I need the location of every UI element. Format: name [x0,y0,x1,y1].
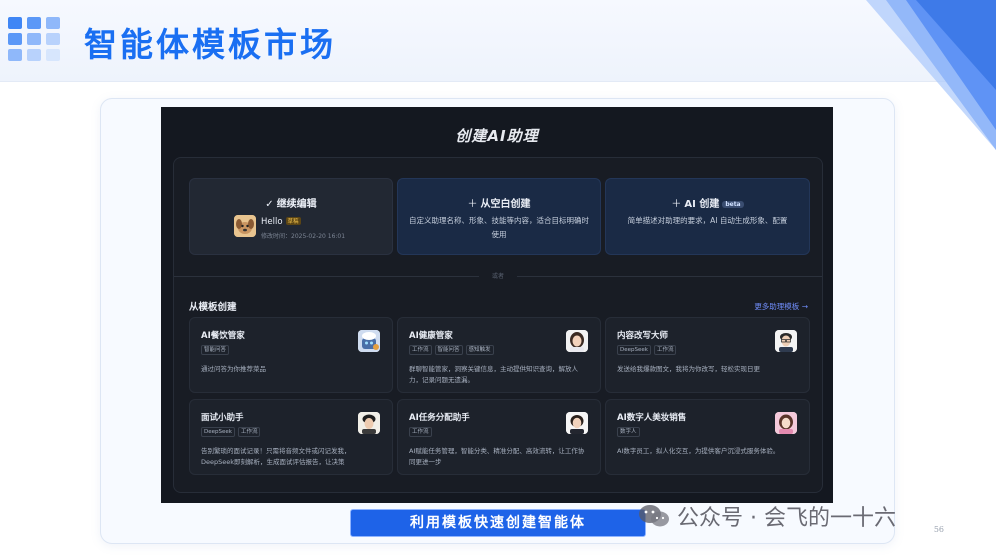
template-tag: 数字人 [617,427,640,437]
woman-suit-avatar [566,412,588,434]
more-templates-label: 更多助理模板 [754,302,800,311]
template-tags: 数字人 [617,427,640,437]
watermark: 公众号 · 会飞的一十六 [637,500,896,532]
template-tags: 工作流 [409,427,432,437]
template-tag: 智能问答 [201,345,230,355]
continue-edit-card[interactable]: ✓ 继续编辑 Hello 草稿 修改时间：2025-02-20 16:01 [189,178,393,255]
dog-avatar [234,215,256,237]
template-tags: 工作流 智能问答 感知触发 [409,345,494,355]
ai-create-heading: ＋ AI 创建 beta [606,195,809,210]
app-title: 创建AI助理 [455,127,539,145]
template-name: AI数字人美妆销售 [617,413,687,423]
draft-badge: 草稿 [285,217,301,225]
woman-avatar [566,330,588,352]
makeup-woman-avatar [775,412,797,434]
template-tag: 工作流 [409,345,432,355]
plus-icon: ＋ [467,199,478,210]
continue-edit-title: 继续编辑 [276,199,317,210]
template-description: 发送给我爆款图文，我将为你改写，轻松实现日更 [617,365,760,373]
create-blank-title: 从空白创建 [480,199,531,210]
beta-badge: beta [722,201,744,208]
template-tags: DeepSeek 工作流 [617,345,677,355]
template-description: AI数字员工，拟人化交互，为提供客户沉浸式服务体验。 [617,447,780,455]
man-glasses-avatar [775,330,797,352]
template-tag: DeepSeek [617,345,651,355]
man-avatar [358,412,380,434]
draft-name: Hello [261,217,283,227]
ai-create-card[interactable]: ＋ AI 创建 beta 简单描述对助理的要求，AI 自动生成形象、配置 [605,178,810,255]
template-name: AI餐饮管家 [201,331,245,341]
template-card[interactable]: AI任务分配助手 工作流 AI赋能任务管理，智能分类、精准分配、高效流转，让工作… [397,399,601,475]
slide-caption: 利用模板快速创建智能体 [350,509,646,537]
ai-create-description: 简单描述对助理的要求，AI 自动生成形象、配置 [627,216,788,225]
slide-title: 智能体模板市场 [84,25,336,64]
grid-menu-icon [8,17,62,63]
template-tags: DeepSeek 工作流 [201,427,261,437]
app-window: 创建AI助理 ✓ 继续编辑 Hello 草稿 修改时间：2025-02-20 1… [161,107,833,503]
template-tag: 感知触发 [465,345,494,355]
template-name: AI任务分配助手 [409,413,470,423]
or-divider-text: 或者 [491,273,504,280]
template-name: 面试小助手 [201,413,244,423]
template-card[interactable]: AI数字人美妆销售 数字人 AI数字员工，拟人化交互，为提供客户沉浸式服务体验。 [605,399,810,475]
more-templates-link[interactable]: 更多助理模板 → [754,301,808,312]
ai-create-title: AI 创建 [684,199,720,210]
template-section-title: 从模板创建 [189,302,237,313]
template-tag: 智能问答 [434,345,463,355]
check-circle-icon: ✓ [265,199,274,210]
template-card[interactable]: AI健康管家 工作流 智能问答 感知触发 群聊智能管家，洞察关键信息，主动提供知… [397,317,601,393]
template-tag: 工作流 [237,427,261,437]
draft-line: Hello 草稿 [261,217,301,227]
template-name: AI健康管家 [409,331,453,341]
or-divider: 或者 [174,271,822,281]
create-blank-card[interactable]: ＋从空白创建 自定义助理名称、形象、技能等内容，适合目标明确时使用 [397,178,601,255]
page-number: 56 [933,525,944,534]
modified-time: 修改时间：2025-02-20 16:01 [261,233,346,240]
template-description: 通过问答为你推荐菜品 [201,365,266,373]
template-card[interactable]: 面试小助手 DeepSeek 工作流 告别繁琐的面试记录！只需将音频文件或闪记发… [189,399,393,475]
template-tag: DeepSeek [201,427,235,437]
template-card[interactable]: 内容改写大师 DeepSeek 工作流 发送给我爆款图文，我将为你改写，轻松实现… [605,317,810,393]
plus-icon: ＋ [671,199,682,210]
template-tag: 工作流 [409,427,432,437]
template-tag: 工作流 [653,345,677,355]
create-blank-description: 自定义助理名称、形象、技能等内容，适合目标明确时使用 [409,216,589,239]
arrow-right-icon: → [801,302,808,311]
create-panel: ✓ 继续编辑 Hello 草稿 修改时间：2025-02-20 16:01 ＋ … [173,157,823,493]
template-description: AI赋能任务管理，智能分类、精准分配、高效流转，让工作协同更进一步 [409,447,585,466]
template-card[interactable]: AI餐饮管家 智能问答 通过问答为你推荐菜品 [189,317,393,393]
template-tags: 智能问答 [201,345,230,355]
continue-edit-heading: ✓ 继续编辑 [190,195,392,210]
template-name: 内容改写大师 [617,331,669,341]
template-description: 群聊智能管家，洞察关键信息，主动提供知识查询，解放人力，记录问题无遗漏。 [409,365,578,384]
template-description: 告别繁琐的面试记录！只需将音频文件或闪记发我，DeepSeek即刻解析，生成面试… [201,447,351,466]
create-blank-heading: ＋从空白创建 [398,195,600,210]
watermark-text: 公众号 · 会飞的一十六 [677,506,896,531]
wechat-icon [639,505,669,527]
chef-robot-avatar [358,330,380,352]
